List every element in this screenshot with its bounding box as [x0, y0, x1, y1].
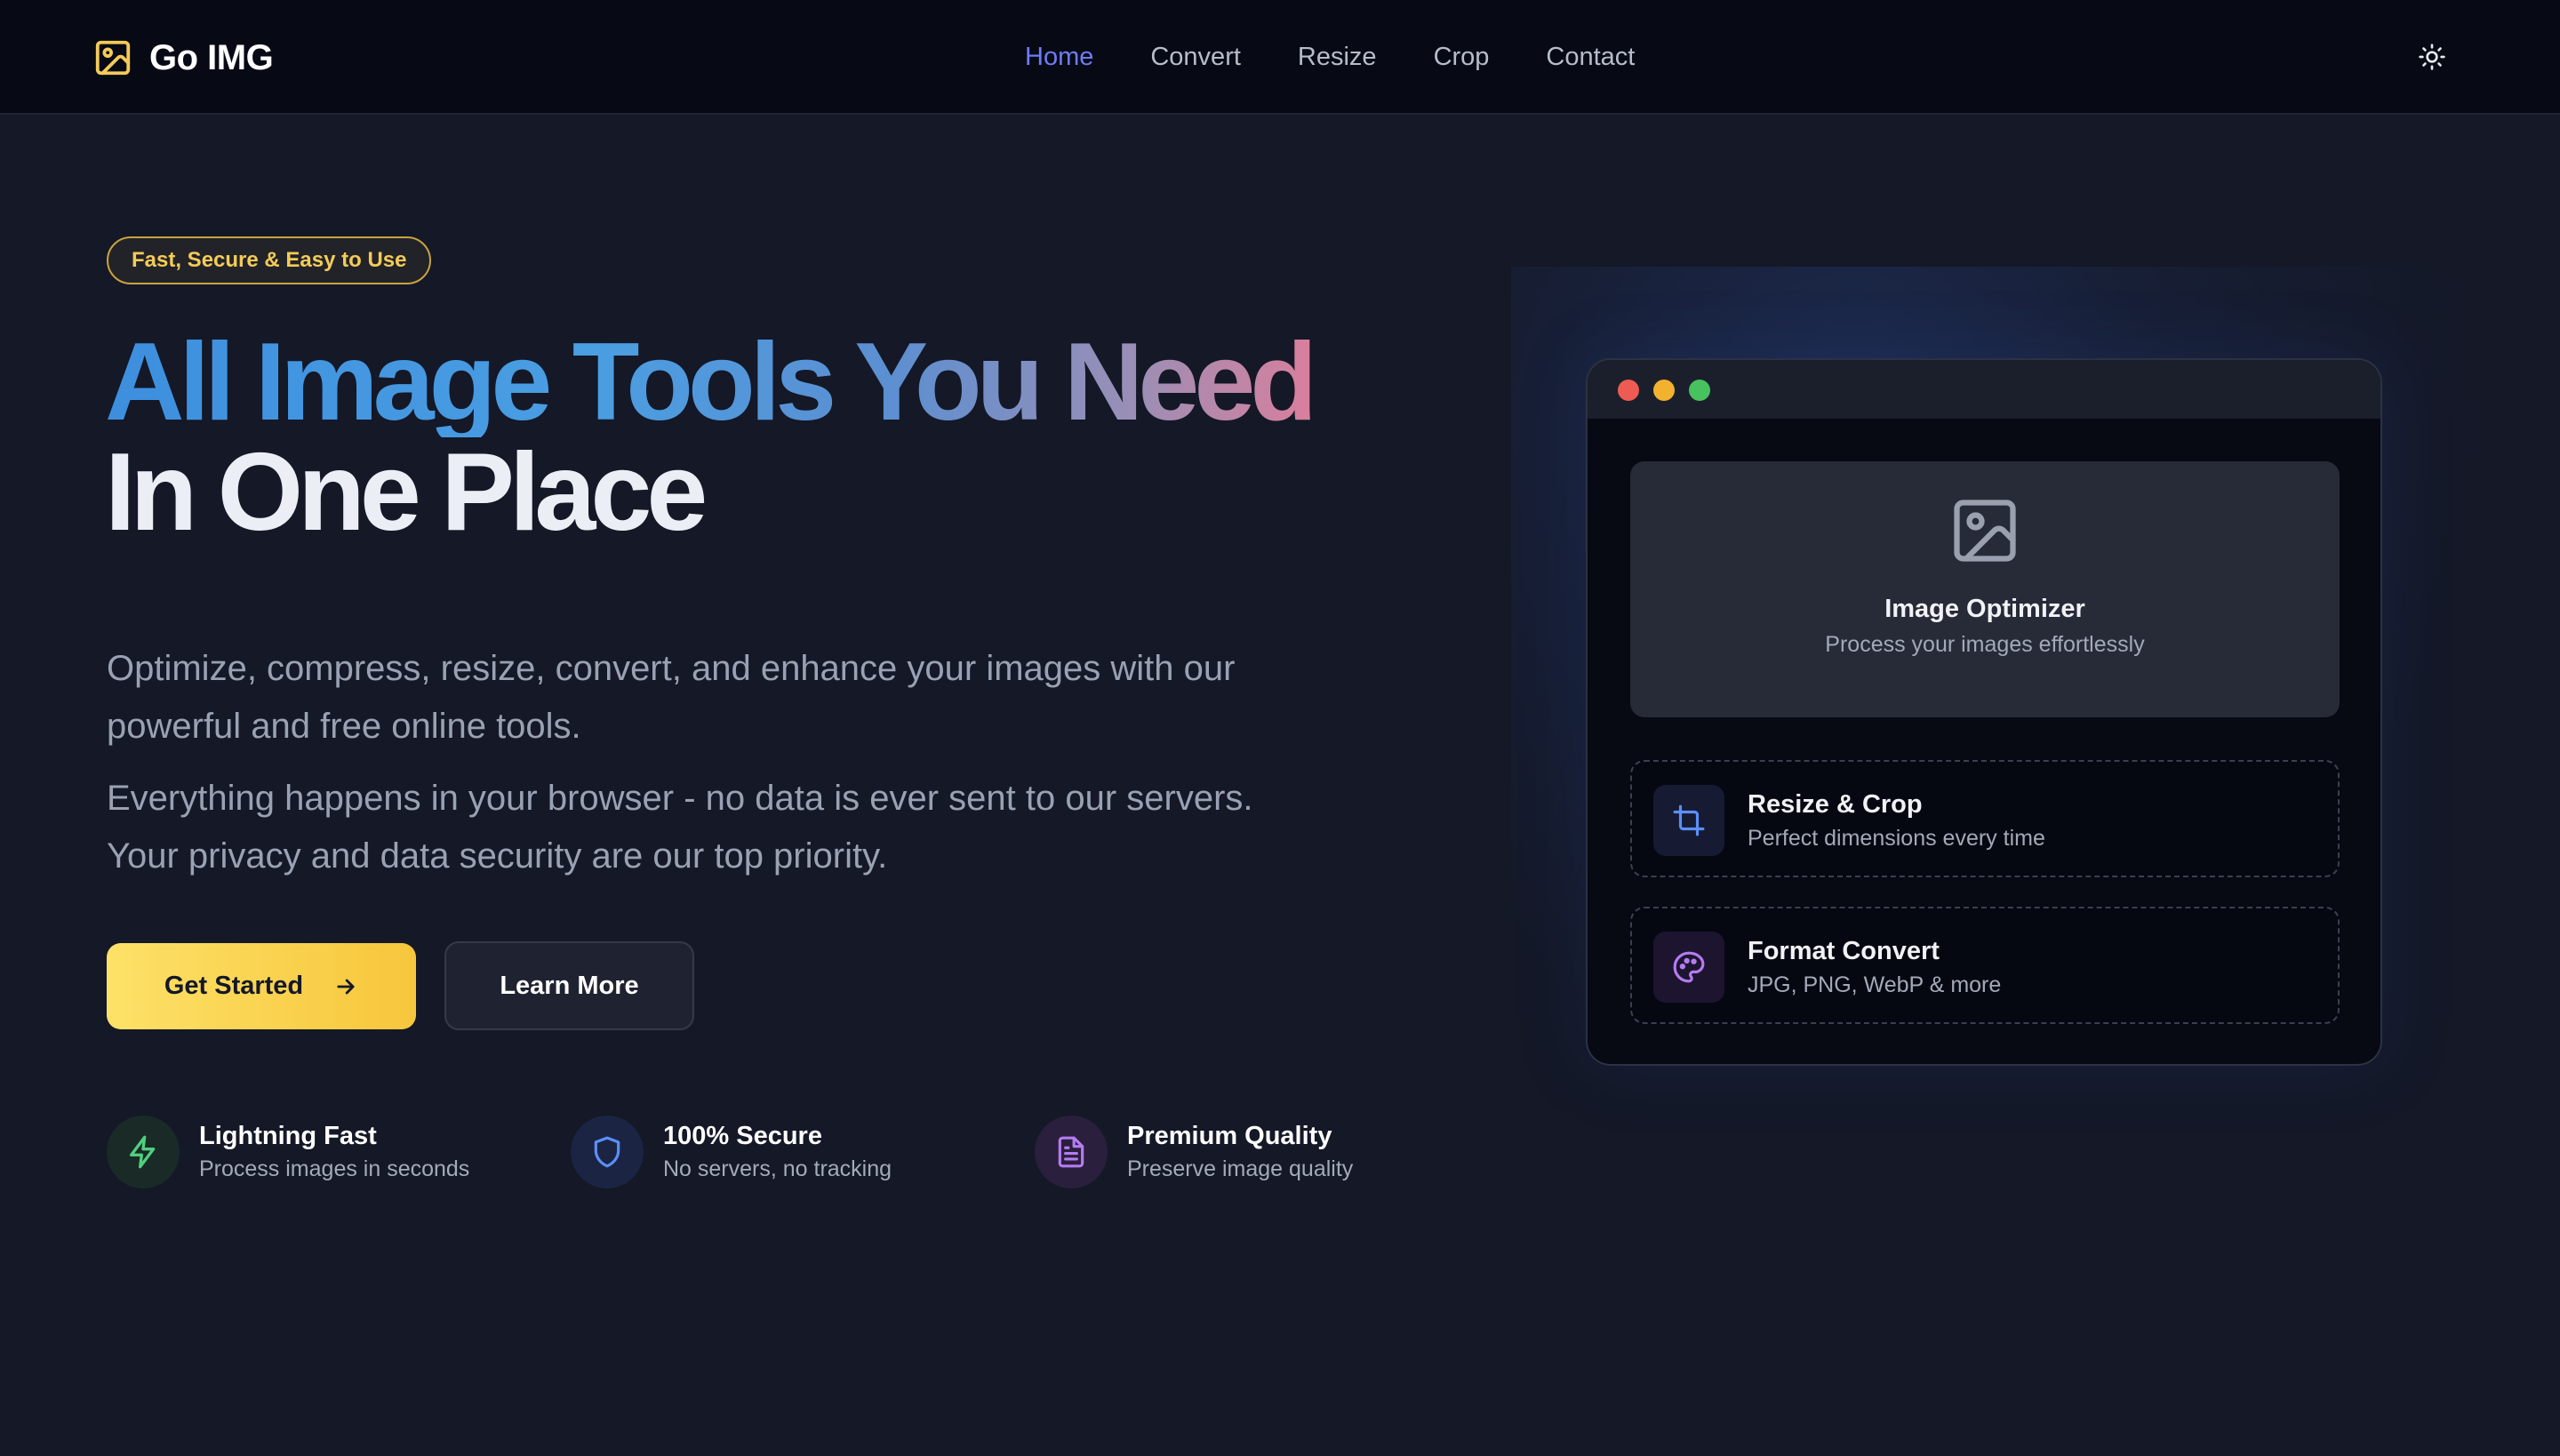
image-icon [95, 40, 131, 76]
feature-icon-wrap [107, 1116, 180, 1188]
learn-more-button[interactable]: Learn More [444, 941, 694, 1030]
sun-icon [2419, 44, 2445, 70]
brand-logo[interactable]: Go IMG [92, 36, 274, 80]
feature-premium-quality: Premium Quality Preserve image quality [1035, 1116, 1353, 1188]
theme-toggle-button[interactable] [2414, 39, 2450, 75]
feature-title: Lightning Fast [199, 1122, 377, 1150]
lightning-icon [130, 1135, 156, 1169]
tool-icon-wrap [1653, 932, 1724, 1003]
feature-icon-wrap [1035, 1116, 1108, 1188]
nav-home[interactable]: Home [1025, 43, 1093, 72]
window-maximize-dot [1689, 380, 1710, 401]
brand-name: Go IMG [149, 37, 274, 77]
tool-subtitle: JPG, PNG, WebP & more [1748, 972, 2002, 997]
get-started-label: Get Started [164, 972, 304, 1000]
feature-subtitle: Process images in seconds [199, 1156, 470, 1181]
headline-second-line: In One Place [105, 431, 708, 554]
document-icon [1058, 1136, 1084, 1168]
get-started-button[interactable]: Get Started [107, 943, 416, 1029]
feature-title: Premium Quality [1127, 1122, 1332, 1150]
hero-headline: All Image Tools You Need In One Place [105, 327, 1438, 548]
palette-icon [1673, 951, 1705, 983]
tool-title: Resize & Crop [1748, 790, 1923, 819]
feature-subtitle: Preserve image quality [1127, 1156, 1354, 1181]
arrow-right-icon [337, 979, 355, 994]
image-icon [1954, 500, 2016, 562]
preview-window: Image Optimizer Process your images effo… [1586, 358, 2382, 1066]
optimizer-title: Image Optimizer [1884, 595, 2085, 623]
hero-description-2: Everything happens in your browser - no … [107, 779, 1253, 876]
main-nav: Home Convert Resize Crop Contact [1025, 39, 1692, 75]
tool-card-resize-crop: Resize & Crop Perfect dimensions every t… [1630, 760, 2340, 877]
shield-icon [594, 1136, 620, 1168]
navbar: Go IMG Home Convert Resize Crop Contact [0, 0, 2560, 115]
headline-gradient-line: All Image Tools You Need [105, 321, 1317, 444]
tool-title: Format Convert [1748, 937, 1940, 965]
nav-crop[interactable]: Crop [1434, 43, 1490, 72]
feature-icon-wrap [571, 1116, 644, 1188]
window-close-dot [1618, 380, 1639, 401]
nav-contact[interactable]: Contact [1546, 43, 1635, 72]
nav-resize[interactable]: Resize [1298, 43, 1377, 72]
window-minimize-dot [1653, 380, 1675, 401]
crop-icon [1673, 804, 1705, 836]
hero-description-1: Optimize, compress, resize, convert, and… [107, 649, 1236, 746]
feature-subtitle: No servers, no tracking [663, 1156, 892, 1181]
tool-icon-wrap [1653, 785, 1724, 856]
feature-secure: 100% Secure No servers, no tracking [571, 1116, 892, 1188]
tool-card-format-convert: Format Convert JPG, PNG, WebP & more [1630, 907, 2340, 1024]
window-titlebar [1588, 360, 2380, 419]
optimizer-subtitle: Process your images effortlessly [1825, 632, 2145, 657]
feature-lightning-fast: Lightning Fast Process images in seconds [107, 1116, 469, 1188]
tool-subtitle: Perfect dimensions every time [1748, 826, 2045, 851]
hero-badge: Fast, Secure & Easy to Use [107, 236, 432, 284]
image-optimizer-card: Image Optimizer Process your images effo… [1630, 461, 2340, 717]
feature-title: 100% Secure [663, 1122, 822, 1150]
nav-convert[interactable]: Convert [1150, 43, 1241, 72]
